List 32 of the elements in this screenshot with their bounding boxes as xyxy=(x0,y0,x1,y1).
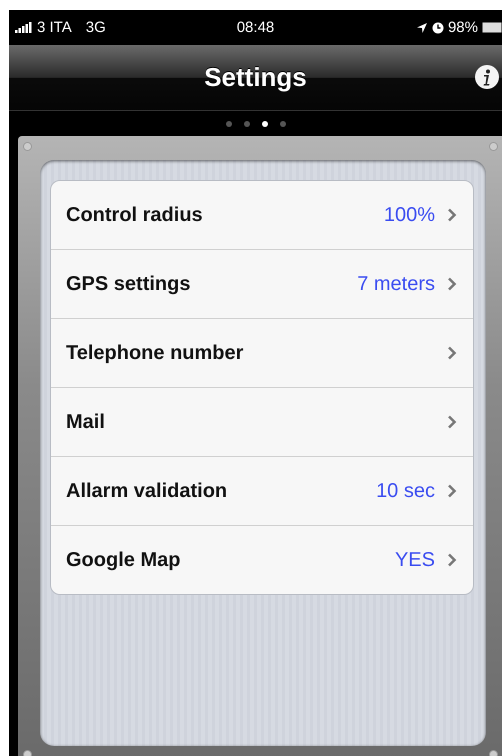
setting-label: Control radius xyxy=(66,204,204,226)
chevron-icon[interactable] xyxy=(447,346,457,360)
page-dot[interactable] xyxy=(280,120,286,126)
chevron-icon[interactable] xyxy=(447,553,457,567)
screw-icon xyxy=(489,142,498,151)
page-dot[interactable] xyxy=(244,120,250,126)
setting-label: Mail xyxy=(66,410,106,434)
screw-icon xyxy=(23,142,32,151)
setting-label: Allarm validation xyxy=(66,480,228,502)
signal-icon xyxy=(15,22,33,33)
info-icon[interactable] xyxy=(474,64,500,90)
chevron-icon[interactable] xyxy=(447,277,457,291)
setting-label: GPS settings xyxy=(66,272,192,296)
setting-value: 7 meters xyxy=(357,272,435,296)
setting-value: 100% xyxy=(384,204,435,226)
battery-icon xyxy=(482,22,502,33)
nav-title: Settings xyxy=(204,62,307,93)
clock-icon xyxy=(432,22,444,34)
status-time: 08:48 xyxy=(236,19,274,36)
chevron-icon[interactable] xyxy=(447,208,457,222)
setting-label: Google Map xyxy=(66,548,182,572)
chevron-icon[interactable] xyxy=(447,484,457,498)
page-dot[interactable] xyxy=(226,120,232,126)
setting-label: Telephone number xyxy=(66,342,244,364)
setting-value: YES xyxy=(394,548,435,572)
location-arrow-icon xyxy=(416,22,428,34)
chevron-icon[interactable] xyxy=(447,415,457,429)
carrier-name: 3 ITA xyxy=(37,19,72,36)
setting-value: 10 sec xyxy=(376,480,435,502)
battery-percent: 98% xyxy=(448,19,478,36)
page-dot[interactable] xyxy=(262,120,268,126)
network-type: 3G xyxy=(86,19,106,36)
